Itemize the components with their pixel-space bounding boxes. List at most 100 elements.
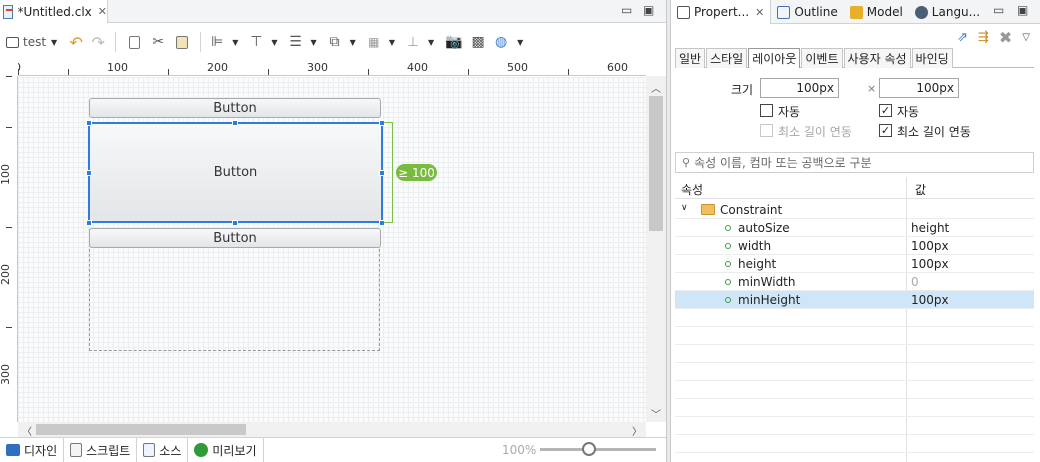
maximize-icon[interactable]: ▣ — [643, 3, 654, 17]
tab-language[interactable]: Langu... — [909, 0, 986, 24]
chevron-down-icon[interactable]: ▼ — [350, 38, 356, 47]
scroll-thumb[interactable] — [36, 424, 246, 435]
property-value[interactable]: 100px — [911, 239, 949, 253]
scroll-up-icon[interactable]: ︿ — [651, 80, 661, 95]
subtab-event[interactable]: 이벤트 — [801, 48, 843, 68]
tab-outline[interactable]: Outline — [771, 0, 843, 24]
align-left-icon[interactable]: ⊫ — [207, 30, 227, 54]
empty-row — [675, 345, 1034, 363]
globe-icon[interactable]: ◍ — [490, 30, 512, 54]
camera-icon[interactable]: 📷 — [442, 30, 466, 54]
resize-handle[interactable] — [232, 120, 238, 126]
property-value[interactable]: 100px — [911, 257, 949, 271]
resize-handle[interactable] — [232, 220, 238, 226]
table-row[interactable]: minWidth 0 — [675, 273, 1034, 291]
subtab-style[interactable]: 스타일 — [706, 48, 748, 68]
align-top-icon[interactable]: ⊤ — [246, 30, 266, 54]
property-search[interactable]: ⚲ 속성 이름, 컴마 또는 공백으로 구분 — [675, 152, 1034, 173]
search-input[interactable]: 속성 이름, 컴마 또는 공백으로 구분 — [694, 154, 871, 171]
view-menu-icon[interactable]: ▽ — [1022, 32, 1030, 43]
button-selected[interactable]: Button — [88, 122, 383, 223]
scroll-left-icon[interactable]: 〈 — [22, 423, 32, 438]
scroll-thumb[interactable] — [649, 96, 663, 231]
tab-model[interactable]: Model — [844, 0, 909, 24]
property-value[interactable]: height — [911, 221, 949, 235]
subtab-layout[interactable]: 레이아웃 — [748, 48, 801, 68]
chevron-down-icon[interactable]: ▼ — [271, 38, 277, 47]
close-icon[interactable]: ✕ — [98, 5, 107, 18]
times-sign: × — [867, 82, 877, 95]
tab-properties[interactable]: Propert... ✕ — [671, 0, 772, 24]
tab-source[interactable]: 소스 — [137, 438, 189, 462]
table-row-selected[interactable]: minHeight 100px — [675, 291, 1034, 309]
target-select[interactable]: test ▼ — [6, 30, 65, 54]
property-name: width — [738, 239, 772, 253]
undo-icon[interactable]: ↶ — [65, 30, 87, 54]
anchor-icon[interactable]: ⊥ — [403, 30, 423, 54]
ruler-tick — [6, 76, 12, 77]
close-icon[interactable]: ✕ — [755, 6, 764, 19]
ruler-label: 600 — [607, 61, 628, 74]
height-input[interactable]: 100px — [879, 78, 959, 98]
horizontal-ruler: 0 100 200 300 400 500 600 — [18, 60, 646, 76]
property-bullet-icon — [725, 297, 731, 303]
resize-handle[interactable] — [86, 170, 92, 176]
scroll-right-icon[interactable]: 〉 — [632, 423, 642, 438]
cut-icon[interactable]: ✂ — [146, 30, 170, 54]
ruler-tick — [268, 69, 269, 75]
width-input[interactable]: 100px — [760, 78, 839, 98]
maximize-icon[interactable]: ▣ — [1017, 3, 1028, 17]
editor-tab-untitled[interactable]: *Untitled.clx ✕ — [0, 0, 108, 23]
subtab-binding[interactable]: 바인딩 — [911, 48, 953, 68]
subtab-general[interactable]: 일반 — [675, 48, 706, 68]
horizontal-scrollbar[interactable]: 〈 〉 — [18, 422, 646, 438]
ruler-tick — [168, 69, 169, 75]
resize-handle[interactable] — [86, 120, 92, 126]
chevron-down-icon[interactable]: ▼ — [428, 38, 434, 47]
button-label: Button — [213, 100, 257, 116]
paste-icon[interactable] — [170, 30, 194, 54]
height-min-link-checkbox[interactable]: ✓ — [879, 124, 892, 137]
tab-preview[interactable]: 미리보기 — [188, 438, 264, 462]
tab-design[interactable]: 디자인 — [0, 438, 65, 462]
subtab-user-attr[interactable]: 사용자 속성 — [843, 48, 911, 68]
chevron-down-icon[interactable]: ▼ — [389, 38, 395, 47]
ide-window: *Untitled.clx ✕ ▭ ▣ test ▼ ↶ ↷ ✂ ⊫ ▼ ⊤ ▼… — [0, 0, 1040, 462]
table-row[interactable]: height 100px — [675, 255, 1034, 273]
scroll-down-icon[interactable]: ﹀ — [651, 406, 661, 421]
group-row[interactable]: ∨ Constraint — [675, 201, 1034, 219]
distribute-icon[interactable]: ☰ — [286, 30, 306, 54]
copy-icon[interactable] — [122, 30, 146, 54]
zoom-slider-knob[interactable] — [582, 442, 596, 456]
qr-code-icon[interactable]: ▩ — [466, 30, 490, 54]
minimize-icon[interactable]: ▭ — [621, 3, 632, 17]
button-bottom[interactable]: Button — [89, 228, 381, 248]
grid-layout-icon[interactable]: ▦ — [364, 30, 384, 54]
chevron-down-icon[interactable]: ▼ — [517, 38, 523, 47]
design-canvas[interactable]: Button Button ≥ 100 Button — [18, 77, 646, 422]
resize-handle[interactable] — [86, 220, 92, 226]
group-icon[interactable]: ⧉ — [325, 30, 345, 54]
empty-row — [675, 327, 1034, 345]
close-icon[interactable]: ✖ — [999, 28, 1012, 47]
table-row[interactable]: autoSize height — [675, 219, 1034, 237]
property-bullet-icon — [725, 261, 731, 267]
link-icon[interactable]: ⇶ — [978, 30, 989, 45]
chevron-down-icon[interactable]: ▼ — [232, 38, 238, 47]
zoom-slider-track[interactable] — [540, 448, 656, 451]
minimize-icon[interactable]: ▭ — [993, 3, 1004, 17]
height-auto-checkbox[interactable]: ✓ — [879, 104, 892, 117]
tab-script[interactable]: 스크립트 — [64, 438, 138, 462]
chevron-down-icon[interactable]: ▼ — [311, 38, 317, 47]
button-top[interactable]: Button — [89, 98, 381, 118]
redo-icon[interactable]: ↷ — [87, 30, 109, 54]
export-icon[interactable]: ⇗ — [957, 30, 968, 45]
chevron-down-icon: ▼ — [51, 37, 58, 47]
property-value[interactable]: 0 — [911, 275, 919, 289]
width-min-link-checkbox[interactable] — [760, 124, 773, 137]
chevron-down-icon[interactable]: ∨ — [681, 203, 688, 213]
vertical-scrollbar[interactable]: ︿ ﹀ — [646, 76, 666, 422]
table-row[interactable]: width 100px — [675, 237, 1034, 255]
width-auto-checkbox[interactable] — [760, 104, 773, 117]
property-value[interactable]: 100px — [911, 293, 949, 307]
